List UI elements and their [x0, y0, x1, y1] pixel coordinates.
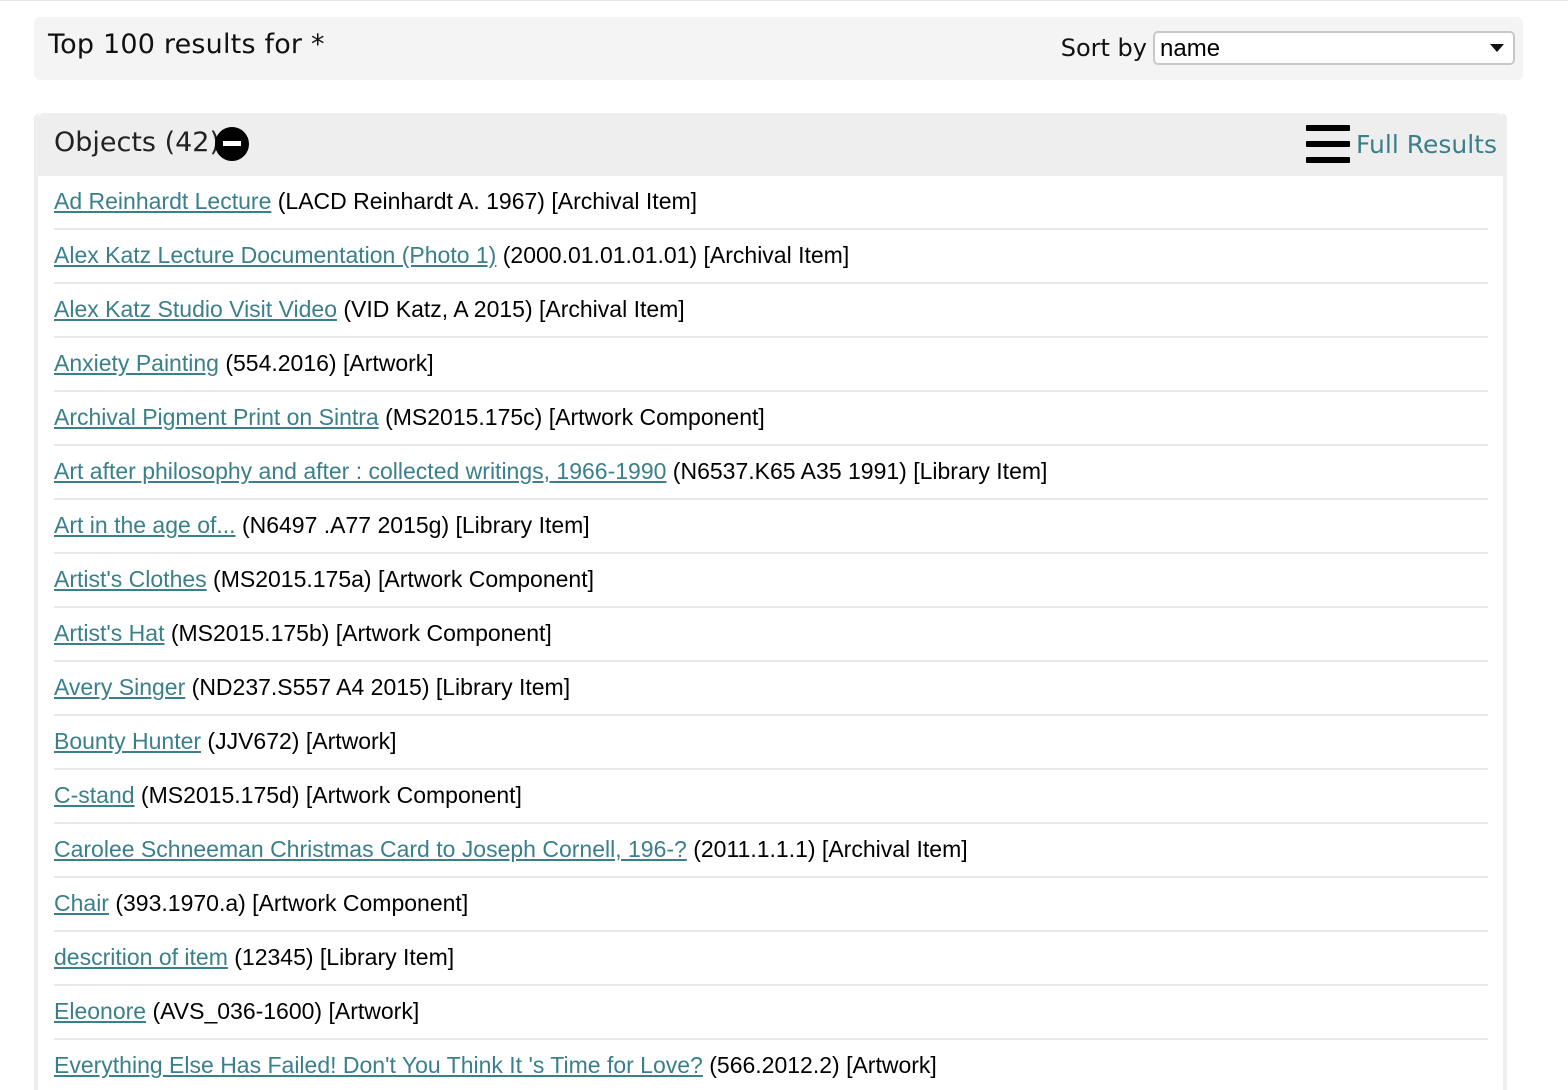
results-header: Top 100 results for * Sort by name — [34, 17, 1523, 80]
list-item: Artist's Hat (MS2015.175b) [Artwork Comp… — [54, 608, 1488, 662]
sort-label: Sort by — [1060, 34, 1147, 62]
list-menu-icon — [1306, 125, 1351, 163]
object-link[interactable]: Artist's Hat — [54, 620, 164, 646]
results-title: Top 100 results for * — [48, 29, 325, 60]
list-item: C-stand (MS2015.175d) [Artwork Component… — [54, 770, 1488, 824]
list-item: Alex Katz Studio Visit Video (VID Katz, … — [54, 284, 1488, 338]
list-item: Artist's Clothes (MS2015.175a) [Artwork … — [54, 554, 1488, 608]
object-link[interactable]: Alex Katz Lecture Documentation (Photo 1… — [54, 242, 496, 268]
object-link[interactable]: C-stand — [54, 782, 135, 808]
object-meta: (AVS_036-1600) [Artwork] — [146, 998, 420, 1024]
object-link[interactable]: Anxiety Painting — [54, 350, 219, 376]
object-link[interactable]: Bounty Hunter — [54, 728, 201, 754]
object-link[interactable]: Eleonore — [54, 998, 146, 1024]
list-item: Carolee Schneeman Christmas Card to Jose… — [54, 824, 1488, 878]
list-item: Everything Else Has Failed! Don't You Th… — [54, 1040, 1488, 1090]
object-meta: (MS2015.175a) [Artwork Component] — [206, 566, 595, 592]
object-meta: (N6497 .A77 2015g) [Library Item] — [235, 512, 590, 538]
object-link[interactable]: Art in the age of... — [54, 512, 236, 538]
object-link[interactable]: Art after philosophy and after : collect… — [54, 458, 666, 484]
object-meta: (JJV672) [Artwork] — [201, 728, 397, 754]
object-meta: (ND237.S557 A4 2015) [Library Item] — [185, 674, 571, 700]
list-item: Ad Reinhardt Lecture (LACD Reinhardt A. … — [54, 176, 1488, 230]
sort-select[interactable]: name — [1153, 31, 1515, 65]
list-item: descrition of item (12345) [Library Item… — [54, 932, 1488, 986]
list-item: Art after philosophy and after : collect… — [54, 446, 1488, 500]
object-meta: (MS2015.175c) [Artwork Component] — [378, 404, 765, 430]
full-results-label: Full Results — [1356, 129, 1497, 159]
sort-control: Sort by name — [1061, 31, 1515, 65]
object-link[interactable]: Avery Singer — [54, 674, 185, 700]
chevron-down-icon — [1490, 44, 1504, 52]
list-item: Archival Pigment Print on Sintra (MS2015… — [54, 392, 1488, 446]
object-meta: (LACD Reinhardt A. 1967) [Archival Item] — [271, 188, 698, 214]
object-meta: (566.2012.2) [Artwork] — [702, 1052, 937, 1078]
objects-list: Ad Reinhardt Lecture (LACD Reinhardt A. … — [54, 176, 1488, 1090]
sort-selected-value: name — [1160, 35, 1221, 62]
object-meta: (VID Katz, A 2015) [Archival Item] — [337, 296, 685, 322]
list-item: Alex Katz Lecture Documentation (Photo 1… — [54, 230, 1488, 284]
object-link[interactable]: Carolee Schneeman Christmas Card to Jose… — [54, 836, 687, 862]
object-meta: (MS2015.175d) [Artwork Component] — [134, 782, 522, 808]
object-link[interactable]: descrition of item — [54, 944, 228, 970]
object-meta: (393.1970.a) [Artwork Component] — [108, 890, 469, 916]
objects-panel: Objects (42) Full Results Ad Reinhardt L… — [34, 113, 1507, 1090]
object-meta: (554.2016) [Artwork] — [218, 350, 434, 376]
object-link[interactable]: Everything Else Has Failed! Don't You Th… — [54, 1052, 703, 1078]
object-link[interactable]: Chair — [54, 890, 109, 916]
object-meta: (MS2015.175b) [Artwork Component] — [164, 620, 552, 646]
full-results-link[interactable]: Full Results — [1306, 125, 1497, 163]
list-item: Eleonore (AVS_036-1600) [Artwork] — [54, 986, 1488, 1040]
object-meta: (2000.01.01.01.01) [Archival Item] — [496, 242, 850, 268]
list-item: Chair (393.1970.a) [Artwork Component] — [54, 878, 1488, 932]
object-meta: (N6537.K65 A35 1991) [Library Item] — [666, 458, 1048, 484]
list-item: Art in the age of... (N6497 .A77 2015g) … — [54, 500, 1488, 554]
object-link[interactable]: Archival Pigment Print on Sintra — [54, 404, 379, 430]
list-item: Anxiety Painting (554.2016) [Artwork] — [54, 338, 1488, 392]
objects-panel-title: Objects (42) — [54, 127, 221, 158]
objects-panel-header: Objects (42) Full Results — [38, 113, 1503, 176]
object-meta: (12345) [Library Item] — [227, 944, 455, 970]
list-item: Bounty Hunter (JJV672) [Artwork] — [54, 716, 1488, 770]
list-item: Avery Singer (ND237.S557 A4 2015) [Libra… — [54, 662, 1488, 716]
object-link[interactable]: Artist's Clothes — [54, 566, 207, 592]
collapse-minus-icon[interactable] — [215, 127, 249, 161]
object-link[interactable]: Alex Katz Studio Visit Video — [54, 296, 337, 322]
object-link[interactable]: Ad Reinhardt Lecture — [54, 188, 271, 214]
object-meta: (2011.1.1.1) [Archival Item] — [686, 836, 968, 862]
